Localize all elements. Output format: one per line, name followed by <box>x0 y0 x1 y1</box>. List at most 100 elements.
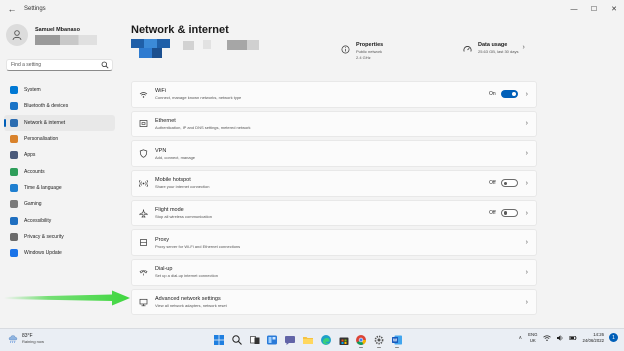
start-button[interactable] <box>213 333 225 345</box>
data-usage-amount: 25.63 GB, last 30 days <box>478 49 519 54</box>
sidebar-item-label: System <box>24 87 41 94</box>
widgets-button[interactable] <box>266 333 278 345</box>
card-title: VPN <box>155 147 167 154</box>
store-bag-icon <box>339 337 349 345</box>
settings-list: WiFi Connect, manage known networks, net… <box>131 81 537 319</box>
search-icon <box>232 335 242 345</box>
sidebar-item-time-language[interactable]: Time & language <box>4 180 115 196</box>
bluetooth-icon <box>10 102 18 111</box>
settings-taskbar-button[interactable] <box>373 333 385 348</box>
search-icon[interactable] <box>101 61 109 69</box>
task-view-button[interactable] <box>249 333 261 345</box>
flight-mode-toggle[interactable] <box>500 209 518 217</box>
user-profile[interactable]: Samuel Mbanaso <box>6 24 97 46</box>
redacted-email <box>35 35 97 45</box>
search-taskbar-button[interactable] <box>231 333 243 345</box>
chevron-right-icon: › <box>525 298 528 306</box>
sidebar-item-gaming[interactable]: Gaming <box>4 196 115 212</box>
clock-date: 24/06/2022 <box>582 337 604 343</box>
chrome-button[interactable] <box>355 333 367 348</box>
weather-condition: Raining now <box>22 339 45 344</box>
edge-button[interactable] <box>320 333 332 345</box>
flight-mode-card[interactable]: Flight mode Stop all wireless communicat… <box>131 199 537 227</box>
word-button[interactable]: W <box>391 333 403 348</box>
sidebar-item-accounts[interactable]: Accounts <box>4 163 115 179</box>
keyboard-layout: UK <box>529 337 536 343</box>
hotspot-toggle[interactable] <box>500 179 518 188</box>
weather-widget[interactable]: 83°F Raining now <box>8 333 44 344</box>
taskbar: 83°F Raining now W ∧ ENG UK 14:26 24/06/… <box>0 328 624 351</box>
chat-button[interactable] <box>284 333 296 345</box>
language-code: ENG <box>528 332 538 337</box>
card-title: Mobile hotspot <box>155 177 191 184</box>
sidebar-item-accessibility[interactable]: Accessibility <box>4 212 115 228</box>
search-box[interactable] <box>6 59 113 71</box>
sidebar-item-windows-update[interactable]: Windows Update <box>4 245 115 261</box>
ethernet-icon <box>139 120 148 128</box>
shield-icon <box>10 232 18 241</box>
chevron-right-icon: › <box>525 179 528 187</box>
sidebar-item-personalisation[interactable]: Personalisation <box>4 131 115 147</box>
card-description: Connect, manage known networks, network … <box>155 95 242 101</box>
windows-logo-icon <box>214 335 224 345</box>
wifi-toggle[interactable] <box>500 90 518 99</box>
minimize-button[interactable]: — <box>564 0 584 18</box>
sidebar-item-network-internet[interactable]: Network & internet <box>4 114 115 131</box>
card-description: Authentication, IP and DNS settings, met… <box>155 124 251 130</box>
card-description: View all network adapters, network reset <box>155 303 227 309</box>
sidebar-item-bluetooth-devices[interactable]: Bluetooth & devices <box>4 98 115 114</box>
avatar <box>6 24 28 46</box>
search-input[interactable] <box>7 62 99 68</box>
store-button[interactable] <box>338 333 350 345</box>
battery-icon[interactable] <box>569 334 577 342</box>
data-usage-link[interactable]: Data usage 25.63 GB, last 30 days › <box>463 42 525 54</box>
properties-link[interactable]: Properties Public network 2.4 GHz <box>341 42 383 60</box>
card-title: Dial-up <box>155 266 173 273</box>
notification-badge[interactable]: 1 <box>609 333 618 342</box>
mobile-hotspot-card[interactable]: Mobile hotspot Share your internet conne… <box>131 170 537 197</box>
clock[interactable]: 14:26 24/06/2022 <box>582 332 604 343</box>
dial-up-card[interactable]: Dial-up Set up a dial-up internet connec… <box>131 259 537 286</box>
sidebar-nav: System Bluetooth & devices Network & int… <box>4 82 115 261</box>
sidebar-item-label: Windows Update <box>24 250 62 257</box>
proxy-icon <box>140 239 147 247</box>
taskbar-apps: W <box>213 333 409 348</box>
sidebar-item-label: Privacy & security <box>24 233 64 240</box>
file-explorer-button[interactable] <box>302 333 314 345</box>
vpn-card[interactable]: VPN Add, connect, manage › <box>131 140 537 167</box>
chevron-right-icon: › <box>525 209 528 217</box>
volume-icon[interactable] <box>556 334 564 342</box>
dialup-icon <box>139 269 148 276</box>
chevron-right-icon: › <box>525 150 528 158</box>
chevron-up-icon[interactable]: ∧ <box>519 335 523 341</box>
back-arrow-icon[interactable]: ← <box>4 1 20 17</box>
network-type: Public network <box>356 49 383 54</box>
advanced-network-settings-card[interactable]: Advanced network settings View all netwo… <box>131 288 537 316</box>
maximize-button[interactable]: ☐ <box>584 0 604 18</box>
sidebar-item-privacy-security[interactable]: Privacy & security <box>4 229 115 245</box>
window-controls: — ☐ ✕ <box>564 0 624 18</box>
hotspot-toggle-label: Off <box>489 180 496 187</box>
card-description: Proxy server for Wi-Fi and Ethernet conn… <box>155 243 241 249</box>
chevron-right-icon: › <box>525 239 528 247</box>
clock-globe-icon <box>10 183 18 192</box>
sidebar-item-system[interactable]: System <box>4 82 115 98</box>
wifi-card[interactable]: WiFi Connect, manage known networks, net… <box>131 81 537 108</box>
language-indicator[interactable]: ENG UK <box>528 332 537 343</box>
network-icon <box>10 118 18 127</box>
ethernet-card[interactable]: Ethernet Authentication, IP and DNS sett… <box>131 110 537 138</box>
close-button[interactable]: ✕ <box>604 0 624 18</box>
sidebar-item-label: Accounts <box>24 168 45 175</box>
sidebar: Samuel Mbanaso System Bluetooth & device… <box>0 18 122 328</box>
update-icon <box>10 249 18 258</box>
proxy-card[interactable]: Proxy Proxy server for Wi-Fi and Etherne… <box>131 229 537 256</box>
chevron-right-icon: › <box>525 120 528 128</box>
data-usage-title: Data usage <box>478 42 508 48</box>
gear-icon <box>374 335 384 345</box>
wifi-tray-icon[interactable] <box>543 334 552 342</box>
task-view-icon <box>249 336 260 344</box>
sidebar-item-label: Accessibility <box>24 217 52 224</box>
sidebar-item-apps[interactable]: Apps <box>4 147 115 163</box>
system-tray: ∧ ENG UK 14:26 24/06/2022 1 <box>519 332 618 343</box>
card-title: Flight mode <box>155 207 184 213</box>
